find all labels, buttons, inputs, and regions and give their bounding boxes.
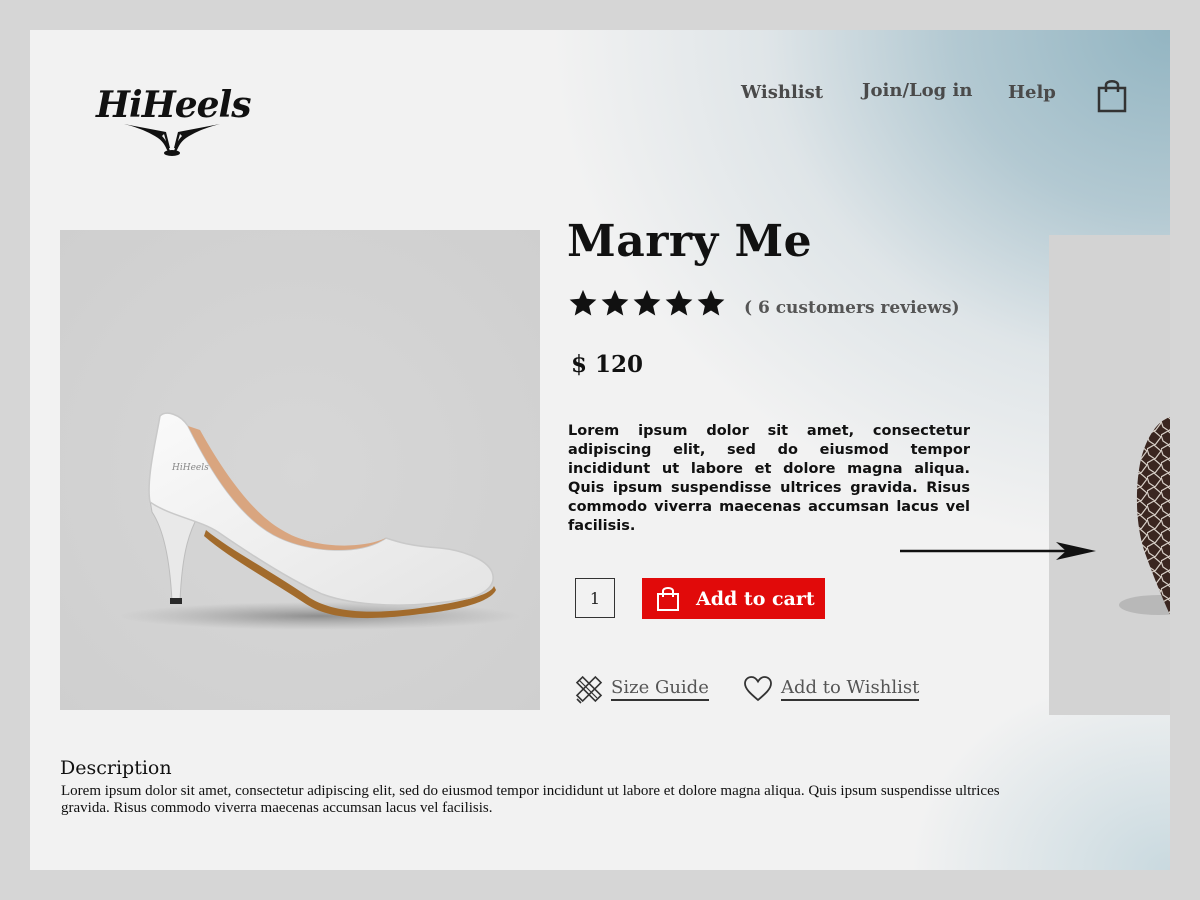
description-body: Lorem ipsum dolor sit amet, consectetur … [61,783,1000,816]
reviews-count[interactable]: ( 6 customers reviews) [744,298,960,318]
arrow-right-icon[interactable] [900,540,1100,562]
star-icon [633,289,661,316]
add-to-cart-label: Add to cart [696,587,815,610]
product-page: HiHeels Wishlist Join/Log in Help HiHeel… [30,30,1170,870]
rating-stars [568,288,726,322]
size-guide-link[interactable]: Size Guide [573,674,709,704]
product-short-description: Lorem ipsum dolor sit amet, consectetur … [568,423,970,534]
quantity-input[interactable]: 1 [575,578,615,618]
add-to-cart-button[interactable]: Add to cart [642,578,825,619]
shoe-brand-mark: HiHeels [171,463,209,473]
nav-help[interactable]: Help [1008,82,1056,103]
size-guide-label: Size Guide [611,677,709,701]
description-heading: Description [60,757,172,779]
product-image[interactable]: HiHeels [60,230,540,710]
star-icon [697,289,725,316]
star-icon [569,289,597,316]
white-pump-shoe-image: HiHeels [120,412,520,630]
add-to-wishlist-link[interactable]: Add to Wishlist [743,675,920,703]
patterned-heel-image [1119,417,1170,615]
add-to-wishlist-label: Add to Wishlist [781,677,920,701]
next-product-image[interactable] [1049,235,1170,715]
nav-wishlist[interactable]: Wishlist [741,82,823,103]
product-price: $ 120 [571,351,644,378]
star-icon [665,289,693,316]
product-title: Marry Me [567,216,813,267]
ruler-pencil-icon [575,675,603,704]
star-icon [601,289,629,316]
heels-logo-icon [124,124,220,156]
shopping-bag-icon [657,586,679,611]
shopping-bag-icon[interactable] [1096,78,1128,119]
nav-join-login[interactable]: Join/Log in [862,80,972,101]
heart-icon [744,676,772,702]
top-nav: Wishlist Join/Log in Help [30,80,1170,122]
